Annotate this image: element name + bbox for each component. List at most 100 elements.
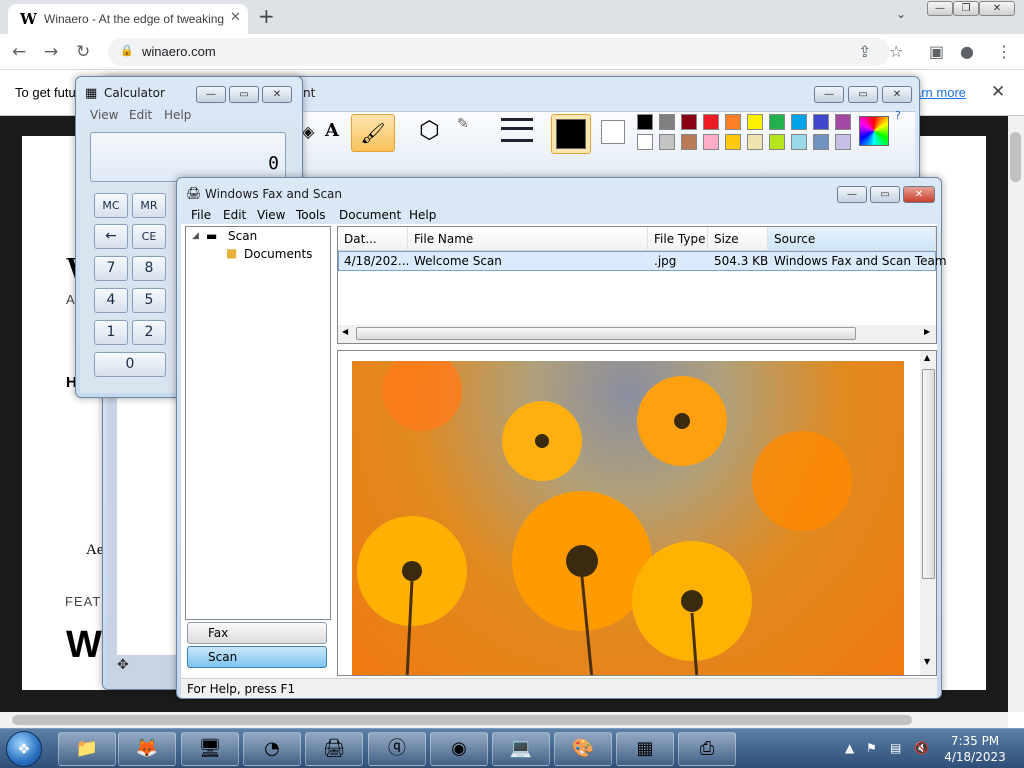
tray-chevron-up-icon[interactable]: ▲ (845, 741, 854, 755)
digit-2-button[interactable]: 2 (132, 320, 166, 345)
text-tool-icon[interactable]: A (325, 120, 339, 141)
browser-minimize-button[interactable]: — (927, 1, 953, 16)
calculator-maximize-button[interactable]: ▭ (229, 86, 259, 103)
calc-menu-edit[interactable]: Edit (129, 108, 152, 122)
color-swatch[interactable] (659, 134, 675, 150)
digit-0-button[interactable]: 0 (94, 352, 166, 377)
page-horizontal-scrollbar[interactable] (0, 712, 1008, 728)
fax-menu-file[interactable]: File (191, 208, 211, 222)
size-icon[interactable] (501, 118, 533, 142)
calculator-close-button[interactable]: ✕ (262, 86, 292, 103)
volume-icon[interactable]: 🔇 (914, 741, 929, 755)
chrome-taskbar-icon[interactable]: ◉ (430, 732, 488, 766)
color-swatch[interactable] (703, 134, 719, 150)
qbittorrent-taskbar-icon[interactable]: ⓠ (368, 732, 426, 766)
digit-8-button[interactable]: 8 (132, 256, 166, 281)
outline-icon[interactable]: ✎ (457, 116, 469, 132)
color-swatch[interactable] (769, 114, 785, 130)
paint-close-button[interactable]: ✕ (882, 86, 912, 103)
explorer-taskbar-icon[interactable]: 📁 (58, 732, 116, 766)
edit-colors-icon[interactable] (859, 116, 889, 146)
printer-taskbar-icon[interactable]: ⎙ (678, 732, 736, 766)
tab-close-icon[interactable]: ✕ (230, 10, 241, 25)
color1-button[interactable] (551, 114, 591, 154)
calculator-minimize-button[interactable]: — (196, 86, 226, 103)
column-date[interactable]: Dat... (338, 227, 408, 251)
calc-menu-view[interactable]: View (90, 108, 118, 122)
list-scroll-thumb[interactable] (356, 327, 856, 340)
address-bar[interactable]: 🔒 winaero.com (108, 38, 890, 66)
back-icon[interactable]: ← (12, 42, 26, 62)
start-button[interactable]: ❖ (6, 731, 42, 767)
fax-close-button[interactable]: ✕ (903, 186, 935, 203)
column-file-name[interactable]: File Name (408, 227, 648, 251)
preview-scroll-thumb[interactable] (922, 369, 935, 579)
fax-menu-help[interactable]: Help (409, 208, 436, 222)
fax-scan-taskbar-icon[interactable]: 🖨 (305, 732, 363, 766)
tree-expand-icon[interactable]: ◢ (192, 231, 199, 241)
color-swatch[interactable] (813, 114, 829, 130)
fax-minimize-button[interactable]: — (837, 186, 867, 203)
browser-restore-button[interactable]: ❐ (953, 1, 979, 16)
color-swatch[interactable] (835, 114, 851, 130)
column-source[interactable]: Source (768, 227, 936, 251)
fax-scan-window[interactable]: 🖨 Windows Fax and Scan — ▭ ✕ File Edit V… (176, 177, 947, 699)
star-icon[interactable]: ☆ (889, 42, 903, 61)
share-icon[interactable]: ⇪ (858, 42, 871, 61)
scroll-up-icon[interactable]: ▲ (924, 353, 930, 362)
color-swatch[interactable] (659, 114, 675, 130)
fax-menu-tools[interactable]: Tools (296, 208, 326, 222)
shapes-icon[interactable]: ⬡ (419, 116, 440, 144)
color-swatch[interactable] (725, 134, 741, 150)
list-horizontal-scrollbar[interactable]: ◀ ▶ (338, 325, 936, 343)
edge-taskbar-icon[interactable]: ◔ (243, 732, 301, 766)
firefox-taskbar-icon[interactable]: 🦊 (118, 732, 176, 766)
preview-vertical-scrollbar[interactable]: ▲ ▼ (920, 351, 936, 675)
info-bar-close-icon[interactable]: ✕ (991, 82, 1005, 102)
network-icon[interactable]: ▤ (890, 741, 901, 755)
scroll-down-icon[interactable]: ▼ (924, 657, 930, 666)
action-center-icon[interactable]: ⚑ (866, 741, 877, 755)
column-size[interactable]: Size (708, 227, 768, 251)
browser-tab[interactable]: W Winaero - At the edge of tweaking ✕ (8, 4, 248, 34)
page-link-fragment[interactable]: Ae (86, 542, 104, 559)
paint-taskbar-icon[interactable]: 🎨 (554, 732, 612, 766)
ce-button[interactable]: CE (132, 224, 166, 249)
color-swatch[interactable] (747, 134, 763, 150)
new-tab-icon[interactable]: + (258, 4, 275, 28)
browser-close-button[interactable]: ✕ (979, 1, 1015, 16)
fax-nav-button[interactable]: Fax (187, 622, 327, 644)
calc-menu-help[interactable]: Help (164, 108, 191, 122)
digit-4-button[interactable]: 4 (94, 288, 128, 313)
digit-7-button[interactable]: 7 (94, 256, 128, 281)
paint-minimize-button[interactable]: — (814, 86, 844, 103)
digit-1-button[interactable]: 1 (94, 320, 128, 345)
digit-5-button[interactable]: 5 (132, 288, 166, 313)
menu-icon[interactable]: ⋮ (996, 42, 1012, 61)
color-swatch[interactable] (813, 134, 829, 150)
fax-menu-document[interactable]: Document (339, 208, 401, 222)
help-icon[interactable]: ? (895, 109, 901, 122)
color-swatch[interactable] (791, 134, 807, 150)
color-swatch[interactable] (637, 114, 653, 130)
learn-more-link[interactable]: arn more (914, 85, 966, 100)
backspace-button[interactable]: ← (94, 224, 128, 249)
color-swatch[interactable] (637, 134, 653, 150)
page-vertical-scroll-thumb[interactable] (1010, 132, 1021, 182)
sidebar-icon[interactable]: ▣ (929, 42, 944, 61)
calculator-taskbar-icon[interactable]: ▦ (616, 732, 674, 766)
color-swatch[interactable] (725, 114, 741, 130)
fill-icon[interactable]: ◈ (302, 122, 314, 141)
fax-menu-edit[interactable]: Edit (223, 208, 246, 222)
scroll-left-icon[interactable]: ◀ (342, 327, 348, 336)
color-swatch[interactable] (769, 134, 785, 150)
mr-button[interactable]: MR (132, 193, 166, 218)
color-swatch[interactable] (681, 134, 697, 150)
forward-icon[interactable]: → (44, 42, 58, 62)
color-swatch[interactable] (747, 114, 763, 130)
control-panel-taskbar-icon[interactable]: 🖥 (181, 732, 239, 766)
color-swatch[interactable] (681, 114, 697, 130)
tree-item-documents[interactable]: Documents (244, 247, 312, 261)
scroll-right-icon[interactable]: ▶ (924, 327, 930, 336)
page-vertical-scrollbar[interactable] (1008, 116, 1024, 712)
